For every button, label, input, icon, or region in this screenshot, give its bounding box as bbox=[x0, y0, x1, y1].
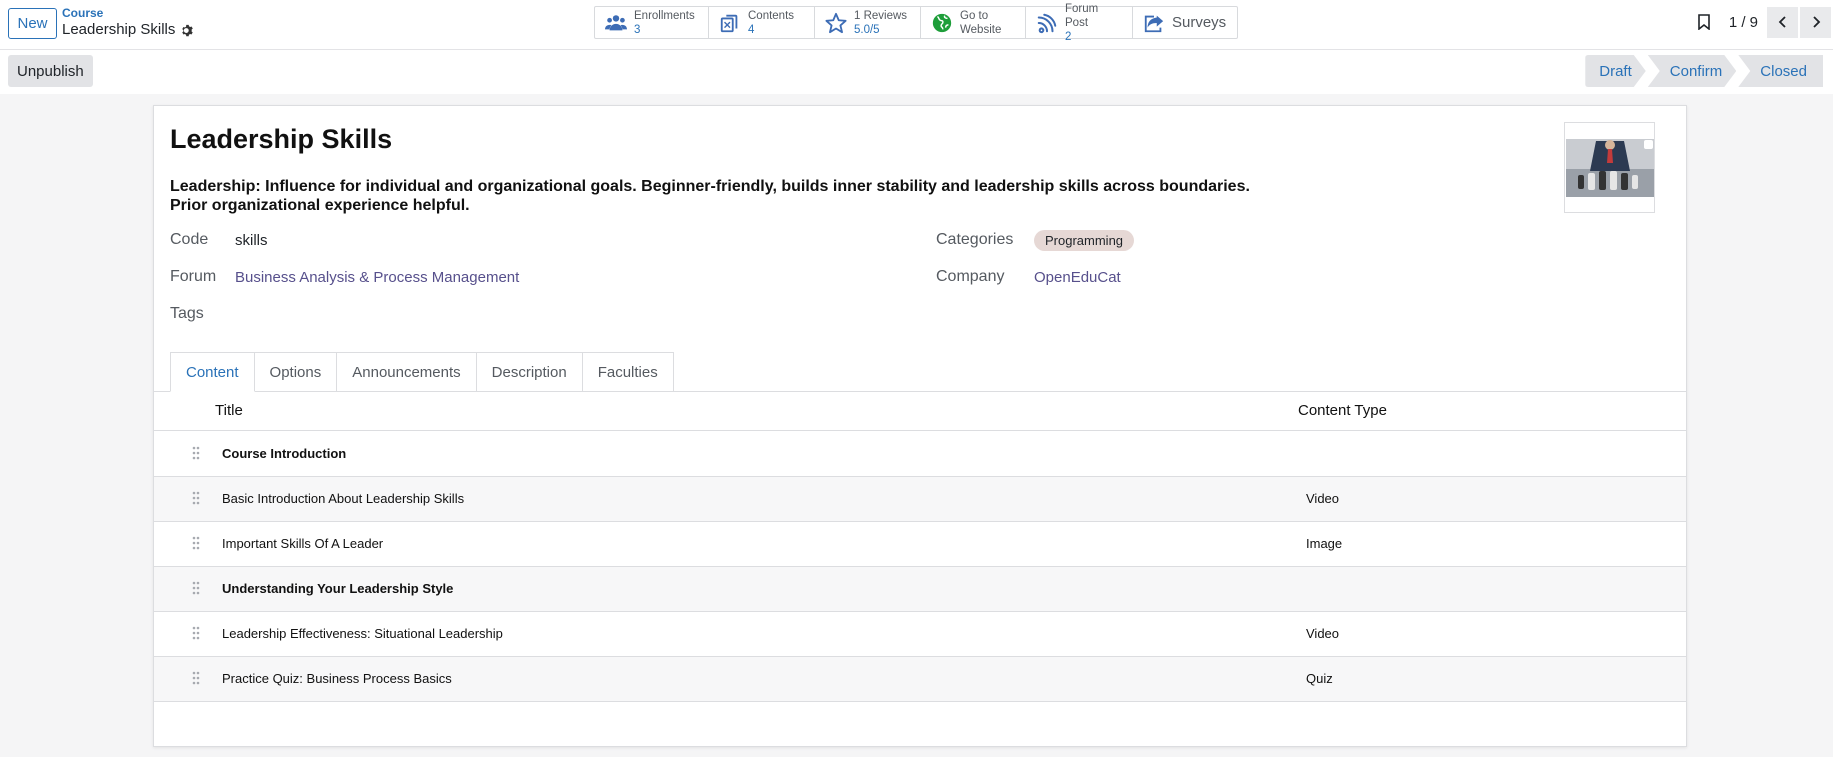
table-header: Title Content Type bbox=[154, 392, 1686, 431]
column-title[interactable]: Title bbox=[215, 402, 243, 419]
drag-handle-icon[interactable] bbox=[192, 626, 200, 640]
pager-next-button[interactable] bbox=[1800, 6, 1831, 38]
chevron-left-icon bbox=[1778, 16, 1786, 28]
table-row[interactable]: Course Introduction bbox=[154, 432, 1686, 477]
tab-content[interactable]: Content bbox=[170, 352, 255, 392]
users-icon bbox=[605, 14, 627, 30]
code-input[interactable]: skills bbox=[235, 232, 268, 249]
code-field: Code skills bbox=[170, 228, 268, 252]
surveys-button[interactable]: Surveys bbox=[1133, 7, 1237, 38]
tab-announcements[interactable]: Announcements bbox=[337, 352, 477, 392]
forum-label: Forum bbox=[170, 268, 217, 285]
table-row[interactable]: Understanding Your Leadership Style bbox=[154, 567, 1686, 612]
notebook-tabs: Content Options Announcements Descriptio… bbox=[170, 352, 674, 392]
company-link[interactable]: OpenEduCat bbox=[1034, 269, 1121, 286]
table-row[interactable]: Important Skills Of A Leader Image bbox=[154, 522, 1686, 567]
go-to-website-button[interactable]: Go to Website bbox=[921, 7, 1026, 38]
share-icon bbox=[1144, 15, 1164, 32]
row-type: Video bbox=[1306, 626, 1340, 641]
drag-handle-icon[interactable] bbox=[192, 536, 200, 550]
pager-previous-button[interactable] bbox=[1767, 6, 1798, 38]
categories-label: Categories bbox=[936, 231, 1014, 248]
contents-count: 4 bbox=[748, 23, 755, 36]
row-type: Quiz bbox=[1306, 671, 1333, 686]
form-sheet: Leadership Skills Leadership: Influence … bbox=[153, 105, 1687, 747]
table-row[interactable]: Leadership Effectiveness: Situational Le… bbox=[154, 612, 1686, 657]
smart-buttons: Enrollments 3 Contents 4 1 Reviews 5.0/5 Go… bbox=[594, 3, 1238, 43]
tab-description[interactable]: Description bbox=[476, 352, 583, 392]
row-title: Important Skills Of A Leader bbox=[222, 536, 384, 551]
documents-icon bbox=[720, 14, 738, 32]
column-content-type[interactable]: Content Type bbox=[1298, 402, 1387, 419]
row-type: Video bbox=[1306, 491, 1340, 506]
pager-value[interactable]: 1 / 9 bbox=[1729, 14, 1758, 31]
bookmark-icon[interactable] bbox=[1697, 14, 1711, 30]
tags-label: Tags bbox=[170, 305, 204, 322]
statusbar: Unpublish Draft Confirm Closed bbox=[0, 50, 1833, 94]
globe-icon bbox=[932, 13, 952, 32]
control-panel: New Course Leadership Skills Enrollments… bbox=[0, 0, 1833, 50]
row-title: Understanding Your Leadership Style bbox=[222, 581, 454, 596]
row-title: Leadership Effectiveness: Situational Le… bbox=[222, 626, 503, 641]
course-title[interactable]: Leadership Skills bbox=[170, 124, 392, 155]
new-button[interactable]: New bbox=[8, 8, 57, 39]
rss-icon bbox=[1037, 13, 1057, 33]
forum-post-count: 2 bbox=[1065, 30, 1072, 43]
company-field: Company OpenEduCat bbox=[936, 265, 1121, 289]
forum-post-label: Forum Post bbox=[1065, 2, 1099, 29]
reviews-rating: 5.0/5 bbox=[854, 23, 880, 36]
category-tag[interactable]: Programming bbox=[1034, 229, 1135, 251]
stage-draft[interactable]: Draft bbox=[1585, 55, 1646, 87]
breadcrumb-current: Leadership Skills bbox=[62, 21, 176, 38]
drag-handle-icon[interactable] bbox=[192, 581, 200, 595]
reviews-button[interactable]: 1 Reviews 5.0/5 bbox=[815, 7, 921, 38]
tab-faculties[interactable]: Faculties bbox=[582, 352, 674, 392]
row-title: Practice Quiz: Business Process Basics bbox=[222, 671, 452, 686]
row-title: Course Introduction bbox=[222, 446, 347, 461]
contents-label: Contents bbox=[748, 9, 795, 22]
table-row[interactable]: Practice Quiz: Business Process Basics Q… bbox=[154, 657, 1686, 702]
table-row[interactable]: Basic Introduction About Leadership Skil… bbox=[154, 477, 1686, 522]
chess-leader-image bbox=[1565, 138, 1654, 197]
tags-field: Tags bbox=[170, 302, 535, 326]
website-label: Website bbox=[960, 23, 1002, 36]
unpublish-button[interactable]: Unpublish bbox=[8, 55, 93, 87]
enrollments-label: Enrollments bbox=[634, 9, 695, 22]
breadcrumb: Course Leadership Skills bbox=[62, 6, 194, 40]
reviews-label: 1 Reviews bbox=[854, 9, 908, 22]
drag-handle-icon[interactable] bbox=[192, 671, 200, 685]
row-type: Image bbox=[1306, 536, 1343, 551]
enrollments-button[interactable]: Enrollments 3 bbox=[595, 7, 709, 38]
enrollments-count: 3 bbox=[634, 23, 641, 36]
forum-field: Forum Business Analysis & Process Manage… bbox=[170, 265, 519, 289]
drag-handle-icon[interactable] bbox=[192, 491, 200, 505]
categories-field: Categories Programming bbox=[936, 228, 1135, 252]
surveys-label: Surveys bbox=[1172, 14, 1227, 31]
breadcrumb-course-link[interactable]: Course bbox=[62, 6, 194, 20]
company-label: Company bbox=[936, 268, 1005, 285]
stage-closed[interactable]: Closed bbox=[1738, 55, 1823, 87]
star-icon bbox=[825, 12, 847, 33]
gear-icon[interactable] bbox=[181, 24, 194, 37]
course-image[interactable] bbox=[1564, 122, 1655, 213]
row-title: Basic Introduction About Leadership Skil… bbox=[222, 491, 465, 506]
chevron-right-icon bbox=[1812, 16, 1820, 28]
stage-confirm[interactable]: Confirm bbox=[1648, 55, 1737, 87]
tags-input[interactable] bbox=[235, 304, 535, 324]
pager: 1 / 9 bbox=[1697, 6, 1833, 38]
forum-link[interactable]: Business Analysis & Process Management bbox=[235, 269, 519, 286]
code-label: Code bbox=[170, 231, 209, 248]
tab-options[interactable]: Options bbox=[254, 352, 338, 392]
forum-post-button[interactable]: Forum Post 2 bbox=[1026, 3, 1133, 43]
contents-button[interactable]: Contents 4 bbox=[709, 7, 815, 38]
drag-handle-icon[interactable] bbox=[192, 446, 200, 460]
course-subtitle[interactable]: Leadership: Influence for individual and… bbox=[170, 177, 1250, 215]
go-to-label: Go to bbox=[960, 9, 989, 22]
stage-pipeline: Draft Confirm Closed bbox=[1583, 55, 1823, 87]
